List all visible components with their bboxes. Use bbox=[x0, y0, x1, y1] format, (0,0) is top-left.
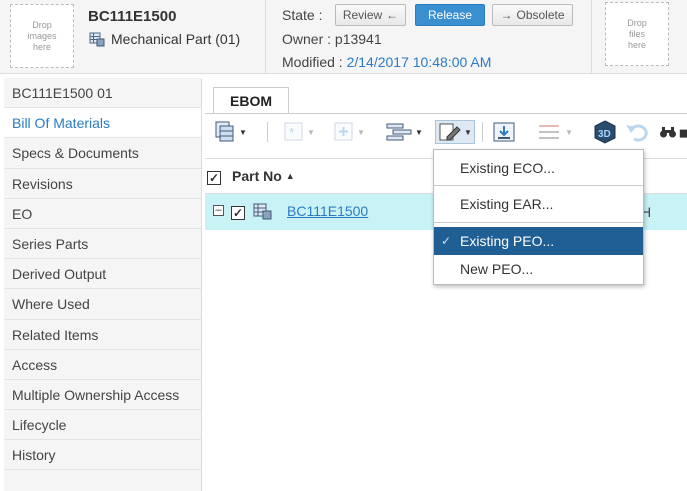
compare-icon bbox=[539, 125, 559, 139]
sidebar-item-where-used[interactable]: Where Used bbox=[4, 289, 201, 320]
header-divider bbox=[265, 0, 266, 74]
part-type: Mechanical Part (01) bbox=[89, 31, 240, 47]
add-new-icon: * bbox=[284, 122, 303, 141]
chevron-down-icon: ▼ bbox=[464, 127, 472, 137]
sidebar-nav: BC111E1500 01 Bill Of Materials Specs & … bbox=[4, 78, 202, 491]
sidebar-item-derived-output[interactable]: Derived Output bbox=[4, 259, 201, 290]
part-type-label: Mechanical Part (01) bbox=[111, 31, 241, 47]
sidebar-item-specs-documents[interactable]: Specs & Documents bbox=[4, 138, 201, 169]
modified-label: Modified : bbox=[282, 54, 343, 70]
row-checkbox[interactable]: ✓ bbox=[231, 206, 245, 220]
svg-text:3D: 3D bbox=[598, 129, 611, 140]
undo-icon bbox=[626, 124, 648, 142]
chevron-down-icon: ▼ bbox=[307, 127, 315, 137]
sidebar-item-series-parts[interactable]: Series Parts bbox=[4, 229, 201, 260]
modified-value: 2/14/2017 10:48:00 AM bbox=[346, 54, 492, 70]
download-icon bbox=[493, 122, 515, 142]
menu-item-existing-eco[interactable]: Existing ECO... bbox=[434, 154, 643, 182]
sidebar-item-history[interactable]: History bbox=[4, 440, 201, 471]
sidebar-item-related-items[interactable]: Related Items bbox=[4, 320, 201, 350]
add-existing-button[interactable]: ▼ bbox=[333, 120, 365, 144]
undo-button[interactable] bbox=[625, 120, 651, 144]
review-button-label: Review bbox=[342, 8, 383, 22]
find-button[interactable] bbox=[659, 120, 677, 144]
part-number-title: BC111E1500 bbox=[88, 8, 177, 25]
views-icon bbox=[215, 121, 234, 142]
structure-menu-button[interactable]: ▼ bbox=[385, 120, 423, 144]
obsolete-button[interactable]: → Obsolete bbox=[492, 4, 573, 26]
select-all-checkbox[interactable]: ✓ bbox=[207, 171, 221, 185]
release-button[interactable]: Release bbox=[415, 4, 485, 26]
checkmark-icon: ✓ bbox=[441, 234, 452, 248]
svg-text:*: * bbox=[289, 125, 294, 140]
add-new-button[interactable]: * ▼ bbox=[283, 120, 315, 144]
compare-button[interactable]: ▼ bbox=[537, 120, 573, 144]
chevron-down-icon: ▼ bbox=[239, 127, 247, 137]
arrow-left-icon: ← bbox=[386, 8, 399, 22]
obsolete-button-label: Obsolete bbox=[516, 8, 565, 22]
release-button-label: Release bbox=[427, 8, 473, 22]
drop-images-label: Drop images here bbox=[27, 19, 57, 52]
chevron-down-icon: ▼ bbox=[565, 127, 573, 137]
edit-menu-button[interactable]: ▼ bbox=[435, 120, 475, 144]
sidebar-item-revisions[interactable]: Revisions bbox=[4, 169, 201, 199]
header-divider-right bbox=[591, 0, 592, 74]
drop-files-label: Drop files here bbox=[627, 17, 647, 50]
column-part-no-label: Part No bbox=[232, 168, 282, 184]
binoculars-icon bbox=[660, 127, 676, 138]
drop-files-zone[interactable]: Drop files here bbox=[605, 2, 669, 66]
state-label: State : bbox=[282, 7, 323, 23]
drop-images-zone[interactable]: Drop images here bbox=[10, 4, 74, 68]
view-3d-button[interactable]: 3D bbox=[593, 120, 617, 144]
tab-ebom[interactable]: EBOM bbox=[213, 87, 289, 114]
views-menu-button[interactable]: ▼ bbox=[215, 120, 247, 144]
menu-item-existing-peo[interactable]: ✓ Existing PEO... bbox=[434, 227, 643, 255]
menu-item-new-peo[interactable]: New PEO... bbox=[434, 255, 643, 283]
sidebar-item-lifecycle[interactable]: Lifecycle bbox=[4, 410, 201, 441]
edit-dropdown-menu: Existing ECO... Existing EAR... ✓ Existi… bbox=[433, 149, 644, 285]
toolbar-separator bbox=[267, 122, 268, 142]
sidebar-item-part-revision[interactable]: BC111E1500 01 bbox=[4, 78, 201, 109]
chevron-down-icon: ▼ bbox=[415, 127, 423, 137]
menu-item-existing-peo-label: Existing PEO... bbox=[460, 233, 555, 249]
3d-cube-icon: 3D bbox=[594, 120, 616, 144]
sidebar-item-access[interactable]: Access bbox=[4, 350, 201, 380]
structure-icon bbox=[386, 123, 412, 141]
export-button[interactable] bbox=[492, 120, 516, 144]
chevron-down-icon: ▼ bbox=[357, 127, 365, 137]
bom-toolbar: ▼ * ▼ ▼ ▼ ▼ ▼ 3D bbox=[205, 114, 687, 150]
menu-item-existing-ear[interactable]: Existing EAR... bbox=[434, 190, 643, 218]
owner-value: p13941 bbox=[334, 31, 382, 47]
owner-label: Owner : bbox=[282, 31, 332, 47]
sidebar-item-bill-of-materials[interactable]: Bill Of Materials bbox=[4, 108, 201, 139]
owner-line: Owner : p13941 bbox=[282, 31, 382, 47]
more-tools-button[interactable] bbox=[679, 120, 687, 144]
plus-icon bbox=[334, 122, 353, 141]
edit-pencil-icon bbox=[439, 123, 461, 141]
modified-line: Modified : 2/14/2017 10:48:00 AM bbox=[282, 54, 491, 70]
arrow-right-icon: → bbox=[500, 8, 513, 22]
sidebar-item-eo[interactable]: EO bbox=[4, 199, 201, 229]
collapse-toggle[interactable]: – bbox=[213, 205, 224, 216]
sidebar-item-multiple-ownership-access[interactable]: Multiple Ownership Access bbox=[4, 380, 201, 411]
assembly-icon bbox=[253, 203, 272, 220]
review-button[interactable]: Review ← bbox=[335, 4, 406, 26]
object-header: Drop images here BC111E1500 Mechanical P… bbox=[0, 0, 687, 74]
sort-ascending-icon: ▲ bbox=[285, 171, 295, 181]
more-tools-icon bbox=[679, 129, 687, 138]
part-number-link[interactable]: BC111E1500 bbox=[287, 203, 368, 219]
menu-divider bbox=[434, 185, 643, 186]
menu-divider bbox=[434, 222, 643, 223]
column-part-no[interactable]: Part No ▲ bbox=[232, 168, 295, 184]
mechanical-part-icon bbox=[89, 32, 105, 46]
toolbar-separator bbox=[482, 122, 483, 142]
